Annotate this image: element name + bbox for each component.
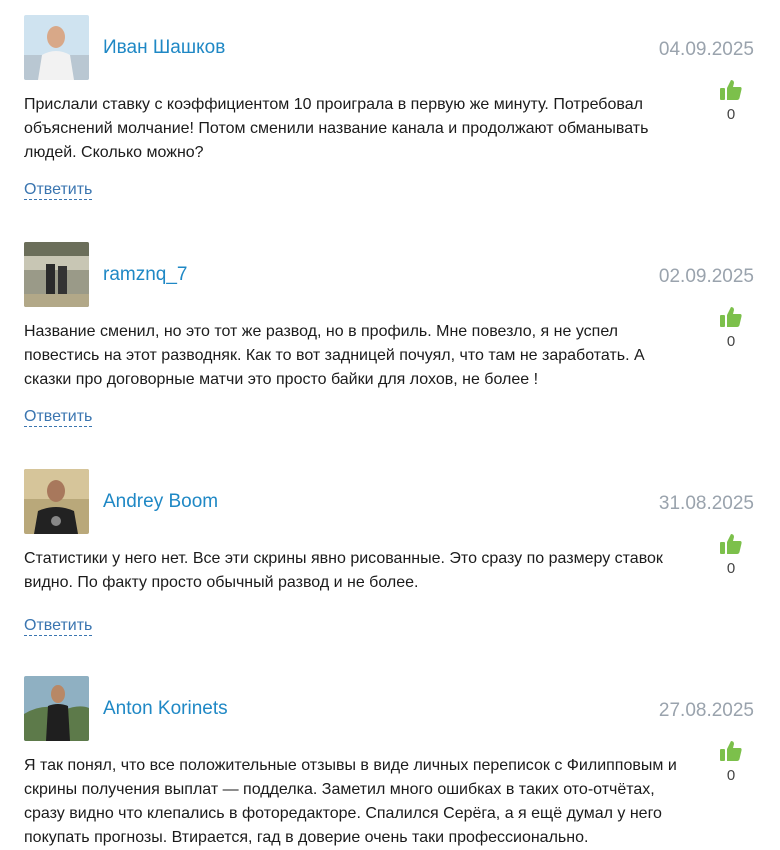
vote-block: 0 — [717, 533, 745, 577]
comment-text: Я так понял, что все положительные отзыв… — [24, 757, 677, 846]
vote-block: 0 — [717, 79, 745, 123]
comment-date: 04.09.2025 — [658, 39, 754, 60]
comment-date: 31.08.2025 — [658, 493, 754, 514]
thumbs-up-icon[interactable] — [719, 306, 743, 328]
thumbs-up-icon[interactable] — [719, 79, 743, 101]
like-count: 0 — [726, 333, 736, 350]
comment-date: 27.08.2025 — [658, 700, 754, 721]
like-count: 0 — [726, 560, 736, 577]
like-count: 0 — [726, 767, 736, 784]
avatar[interactable] — [24, 242, 89, 307]
author-name[interactable]: Иван Шашков — [103, 37, 225, 59]
comment-text: Прислали ставку с коэффициентом 10 проиг… — [24, 96, 649, 161]
reply-link[interactable]: Ответить — [24, 408, 93, 427]
author-name[interactable]: Anton Korinets — [103, 698, 228, 720]
reply-link[interactable]: Ответить — [24, 617, 93, 636]
avatar[interactable] — [24, 469, 89, 534]
vote-block: 0 — [717, 740, 745, 784]
comment-text: Название сменил, но это тот же развод, н… — [24, 323, 645, 388]
avatar[interactable] — [24, 15, 89, 80]
like-count: 0 — [726, 106, 736, 123]
avatar[interactable] — [24, 676, 89, 741]
author-name[interactable]: Andrey Boom — [103, 491, 218, 513]
author-name[interactable]: ramznq_7 — [103, 264, 188, 286]
comment-date: 02.09.2025 — [658, 266, 754, 287]
thumbs-up-icon[interactable] — [719, 533, 743, 555]
reply-link[interactable]: Ответить — [24, 181, 93, 200]
thumbs-up-icon[interactable] — [719, 740, 743, 762]
comment-text: Статистики у него нет. Все эти скрины яв… — [24, 550, 663, 591]
vote-block: 0 — [717, 306, 745, 350]
